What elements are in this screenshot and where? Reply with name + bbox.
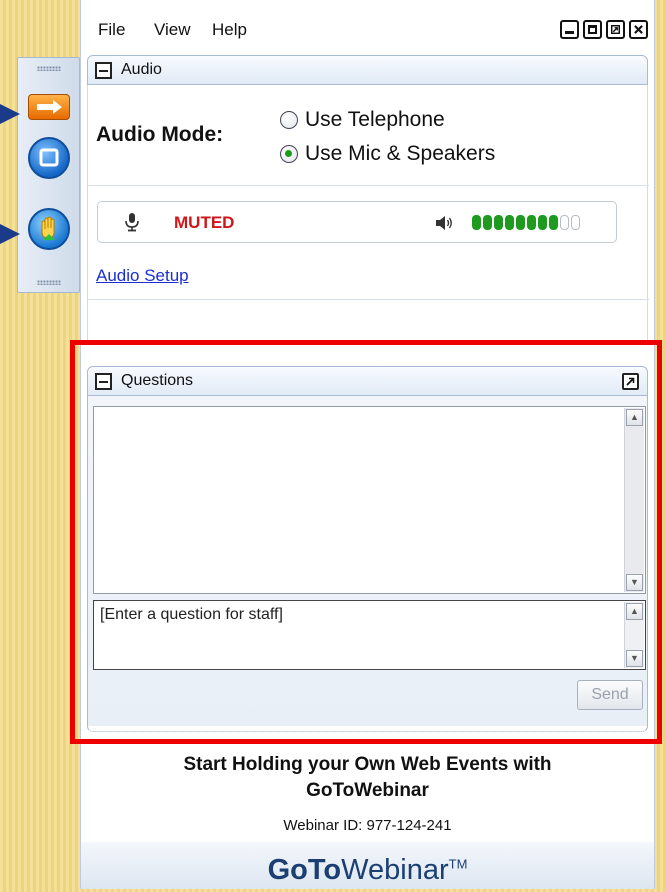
promo-line-2: GoToWebinar [306,780,429,801]
popout-icon [626,377,635,386]
audio-panel-header[interactable]: Audio [87,55,648,85]
screen-share-button[interactable] [28,137,70,179]
radio-use-telephone[interactable]: Use Telephone [280,108,445,132]
microphone-icon[interactable] [124,212,140,232]
scroll-down-icon[interactable]: ▼ [626,574,643,591]
scroll-up-icon[interactable]: ▲ [626,409,643,426]
minimize-icon [565,23,574,34]
radio-label: Use Telephone [305,108,445,131]
menu-file[interactable]: File [98,20,125,40]
promo-text: Start Holding your Own Web Events with G… [81,752,654,804]
level-dot [549,215,558,230]
control-panel-toolbar [17,57,80,293]
show-hide-panel-button[interactable] [28,94,70,120]
arrow-right-icon [37,100,62,114]
logo-light: Webinar [341,853,449,886]
popout-button[interactable] [606,20,625,39]
questions-panel-header[interactable]: Questions [87,366,648,396]
gotowebinar-logo: GoToWebinarTM [268,854,468,886]
radio-checked-icon[interactable] [280,145,298,163]
level-dot [505,215,514,230]
audio-setup-link[interactable]: Audio Setup [96,266,189,286]
question-input[interactable]: [Enter a question for staff] ▲ ▼ [93,600,646,670]
close-button[interactable] [629,20,648,39]
menu-help[interactable]: Help [212,20,247,40]
send-button[interactable]: Send [577,680,643,710]
scroll-down-icon[interactable]: ▼ [626,650,643,667]
minimize-button[interactable] [560,20,579,39]
level-dot [494,215,503,230]
level-dot [527,215,536,230]
audio-status-box: MUTED [97,201,617,243]
questions-panel: ▲ ▼ [Enter a question for staff] ▲ ▼ Sen… [87,396,648,726]
close-icon [634,25,643,34]
collapse-icon[interactable] [95,62,112,79]
level-dot [516,215,525,230]
radio-label: Use Mic & Speakers [305,142,496,165]
level-dot [483,215,492,230]
questions-panel-title: Questions [121,372,194,389]
audio-mode-label: Audio Mode: [96,123,224,146]
level-dot [560,215,569,230]
logo-bold: GoTo [267,853,342,886]
level-dot [538,215,547,230]
square-icon [39,148,59,167]
gotowebinar-window: File View Help Audio Audio Mode: Use Tel… [80,0,655,889]
restore-button[interactable] [583,20,602,39]
promo-line-1: Start Holding your Own Web Events with [183,754,552,775]
collapse-icon[interactable] [95,373,112,390]
question-input-scrollbar[interactable]: ▲ ▼ [624,602,644,668]
webinar-id: Webinar ID: 977-124-241 [283,817,452,834]
divider [88,185,649,186]
questions-log[interactable]: ▲ ▼ [93,406,646,594]
radio-unchecked-icon[interactable] [280,111,298,129]
audio-panel: Audio Mode: Use Telephone Use Mic & Spea… [87,85,649,340]
audio-panel-title: Audio [121,61,162,78]
pointer-arrow-icon [0,224,20,244]
pointer-arrow-icon [0,104,20,124]
level-dot [571,215,580,230]
mic-status: MUTED [174,213,235,232]
questions-panel-footer [87,724,648,732]
scroll-up-icon[interactable]: ▲ [626,603,643,620]
popout-questions-button[interactable] [622,373,639,390]
question-input-text: [Enter a question for staff] [100,606,283,623]
restore-icon [588,25,597,34]
grip-top-icon[interactable] [37,66,61,71]
popout-icon [611,25,620,34]
divider [88,299,649,300]
grip-bottom-icon[interactable] [37,280,61,285]
logo-band: GoToWebinarTM [81,842,654,889]
menu-bar: File View Help [81,0,654,55]
level-dot [472,215,481,230]
questions-log-scrollbar[interactable]: ▲ ▼ [624,408,644,592]
raise-hand-button[interactable] [28,208,70,250]
raise-hand-icon [41,216,55,240]
speaker-icon[interactable] [434,214,454,232]
speaker-level-meter [472,215,580,230]
radio-use-mic-speakers[interactable]: Use Mic & Speakers [280,142,495,166]
logo-tm: TM [448,856,468,871]
menu-view[interactable]: View [154,20,191,40]
